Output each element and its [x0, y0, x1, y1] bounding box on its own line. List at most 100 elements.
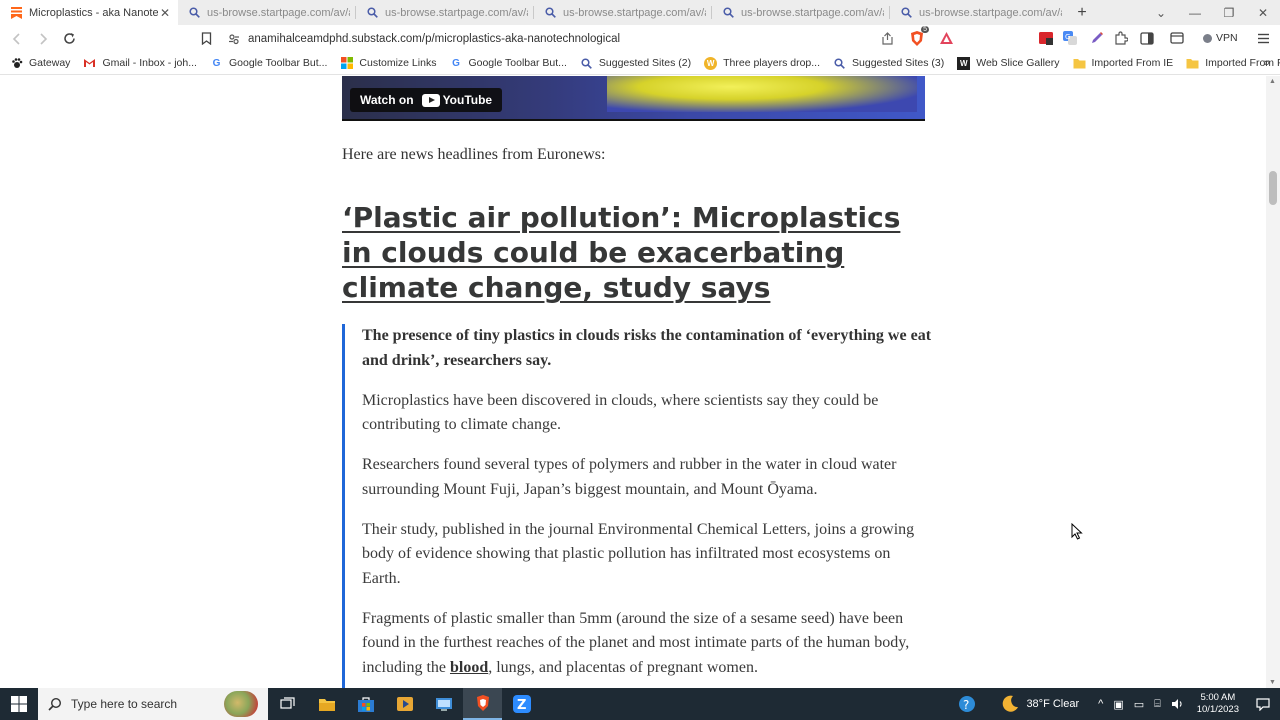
- quote-paragraph-3: Their study, published in the journal En…: [362, 520, 915, 587]
- bookmark-imported-ie[interactable]: Imported From IE: [1073, 57, 1173, 70]
- page-scrollbar[interactable]: ▲ ▼: [1266, 76, 1280, 688]
- bookmark-label: Customize Links: [359, 57, 437, 69]
- taskbar-search-box[interactable]: Type here to search: [38, 688, 268, 720]
- tab-search-chevron-icon[interactable]: ⌄: [1144, 0, 1178, 25]
- control-panel-button[interactable]: [424, 688, 463, 720]
- google-icon: G: [452, 57, 460, 69]
- bookmark-label: Gateway: [29, 57, 71, 69]
- zoom-icon: Z: [512, 695, 531, 713]
- vpn-button[interactable]: VPN: [1203, 29, 1243, 47]
- bookmark-google-toolbar-1[interactable]: G Google Toolbar But...: [210, 57, 328, 70]
- headline-link[interactable]: ‘Plastic air pollution’: Microplastics i…: [342, 200, 922, 305]
- media-player-button[interactable]: [385, 688, 424, 720]
- brave-shields-icon[interactable]: 5: [908, 26, 929, 47]
- control-panel-icon: [435, 698, 452, 711]
- bookmark-gmail[interactable]: Gmail - Inbox - joh...: [83, 57, 197, 70]
- battery-icon[interactable]: ▭: [1134, 698, 1144, 711]
- bookmark-gateway[interactable]: Gateway: [10, 57, 70, 70]
- bookmark-label: Gmail - Inbox - joh...: [102, 57, 197, 69]
- volume-icon[interactable]: [1171, 698, 1184, 710]
- clock-time: 5:00 AM: [1200, 692, 1236, 703]
- clock[interactable]: 5:00 AM 10/1/2023: [1197, 692, 1239, 716]
- watch-label: Watch on: [360, 93, 414, 107]
- quote-paragraph-4: Fragments of plastic smaller than 5mm (a…: [362, 607, 932, 681]
- close-icon[interactable]: ✕: [158, 6, 172, 20]
- system-tray: ? 38°F Clear ^ ▣ ▭ ⌸ 5:00 AM 10/1/2023: [953, 688, 1280, 720]
- start-button[interactable]: [0, 688, 38, 720]
- brave-rewards-icon[interactable]: [937, 29, 955, 47]
- store-icon: [357, 696, 374, 712]
- tab-strip: Microplastics - aka Nanotechn ✕ us-brows…: [0, 0, 1280, 25]
- bookmarks-overflow-icon[interactable]: »: [1264, 57, 1270, 69]
- network-icon[interactable]: ⌸: [1154, 698, 1161, 711]
- brave-browser-button[interactable]: [463, 688, 502, 720]
- gmail-icon: [83, 57, 96, 70]
- bookmark-web-slice-gallery[interactable]: W Web Slice Gallery: [957, 56, 1060, 70]
- minimize-button[interactable]: —: [1178, 0, 1212, 25]
- taskbar-search-placeholder: Type here to search: [71, 697, 178, 711]
- tab-5[interactable]: us-browse.startpage.com/av/anon: [890, 0, 1068, 25]
- bookmark-label: Three players drop...: [723, 57, 821, 69]
- youtube-play-icon: [421, 93, 440, 107]
- restore-button[interactable]: ❐: [1212, 0, 1246, 25]
- tray-app-icon[interactable]: ▣: [1113, 698, 1123, 711]
- task-view-button[interactable]: [268, 688, 307, 720]
- weather-widget[interactable]: 38°F Clear: [1000, 694, 1079, 714]
- windows-taskbar: Type here to search Z ? 38°F Clear ^ ▣ ▭…: [0, 688, 1280, 720]
- tab-1[interactable]: us-browse.startpage.com/av/anon: [178, 0, 356, 25]
- tab-4[interactable]: us-browse.startpage.com/av/anon: [712, 0, 890, 25]
- forward-button[interactable]: [30, 25, 56, 52]
- bookmark-label: Web Slice Gallery: [976, 57, 1060, 69]
- reload-button[interactable]: [56, 25, 82, 52]
- tab-3[interactable]: us-browse.startpage.com/av/anon: [534, 0, 712, 25]
- help-icon[interactable]: ?: [958, 695, 976, 713]
- file-explorer-button[interactable]: [307, 688, 346, 720]
- tab-label: us-browse.startpage.com/av/anon: [563, 6, 706, 19]
- pdf-extension-icon[interactable]: [1037, 29, 1055, 47]
- video-embed[interactable]: Watch on YouTube: [342, 76, 925, 121]
- address-bar[interactable]: anamihalceamdphd.substack.com/p/micropla…: [228, 27, 898, 50]
- scrollbar-thumb[interactable]: [1269, 171, 1277, 205]
- tab-2[interactable]: us-browse.startpage.com/av/anon: [356, 0, 534, 25]
- wallet-icon[interactable]: [1168, 29, 1186, 47]
- startpage-search-icon: [188, 7, 200, 19]
- bookmark-google-toolbar-2[interactable]: G Google Toolbar But...: [449, 57, 567, 70]
- new-tab-button[interactable]: +: [1068, 0, 1096, 25]
- paw-icon: [10, 57, 23, 70]
- windows-icon: [340, 57, 353, 70]
- blockquote: The presence of tiny plastics in clouds …: [342, 324, 932, 688]
- folder-icon: [1073, 57, 1086, 70]
- bookmark-three-players[interactable]: W Three players drop...: [704, 56, 821, 70]
- scroll-down-icon[interactable]: ▼: [1269, 679, 1276, 686]
- menu-icon[interactable]: [1254, 29, 1272, 47]
- vpn-label: VPN: [1216, 32, 1238, 44]
- weather-text: 38°F Clear: [1026, 698, 1080, 710]
- pen-extension-icon[interactable]: [1088, 29, 1106, 47]
- bookmark-suggested-sites-3[interactable]: Suggested Sites (3): [833, 57, 944, 70]
- bookmark-label: Google Toolbar But...: [468, 57, 567, 69]
- scroll-up-icon[interactable]: ▲: [1269, 78, 1276, 85]
- zoom-app-button[interactable]: Z: [502, 688, 541, 720]
- tab-0[interactable]: Microplastics - aka Nanotechn ✕: [0, 0, 178, 25]
- paragraph-text: , lungs, and placentas of pregnant women…: [488, 658, 758, 676]
- close-window-button[interactable]: ✕: [1246, 0, 1280, 25]
- intro-text: Here are news headlines from Euronews:: [342, 146, 606, 163]
- svg-text:?: ?: [963, 698, 969, 712]
- blood-link[interactable]: blood: [450, 659, 488, 676]
- show-hidden-icons-chevron-icon[interactable]: ^: [1098, 698, 1103, 710]
- back-button[interactable]: [4, 25, 30, 52]
- extensions-puzzle-icon[interactable]: [1112, 29, 1130, 47]
- notifications-icon[interactable]: [1256, 697, 1270, 711]
- translate-extension-icon[interactable]: G: [1061, 29, 1079, 47]
- bookmark-customize-links[interactable]: Customize Links: [340, 57, 436, 70]
- share-icon[interactable]: [878, 29, 896, 47]
- bookmark-button[interactable]: [193, 25, 219, 52]
- media-player-icon: [396, 697, 413, 711]
- site-settings-icon[interactable]: [228, 33, 240, 45]
- bookmark-suggested-sites-2[interactable]: Suggested Sites (2): [580, 57, 691, 70]
- search-icon: [48, 697, 62, 711]
- microsoft-store-button[interactable]: [346, 688, 385, 720]
- sidebar-toggle-icon[interactable]: [1138, 29, 1156, 47]
- watch-on-youtube-button[interactable]: Watch on YouTube: [350, 88, 503, 112]
- reload-icon: [63, 33, 75, 44]
